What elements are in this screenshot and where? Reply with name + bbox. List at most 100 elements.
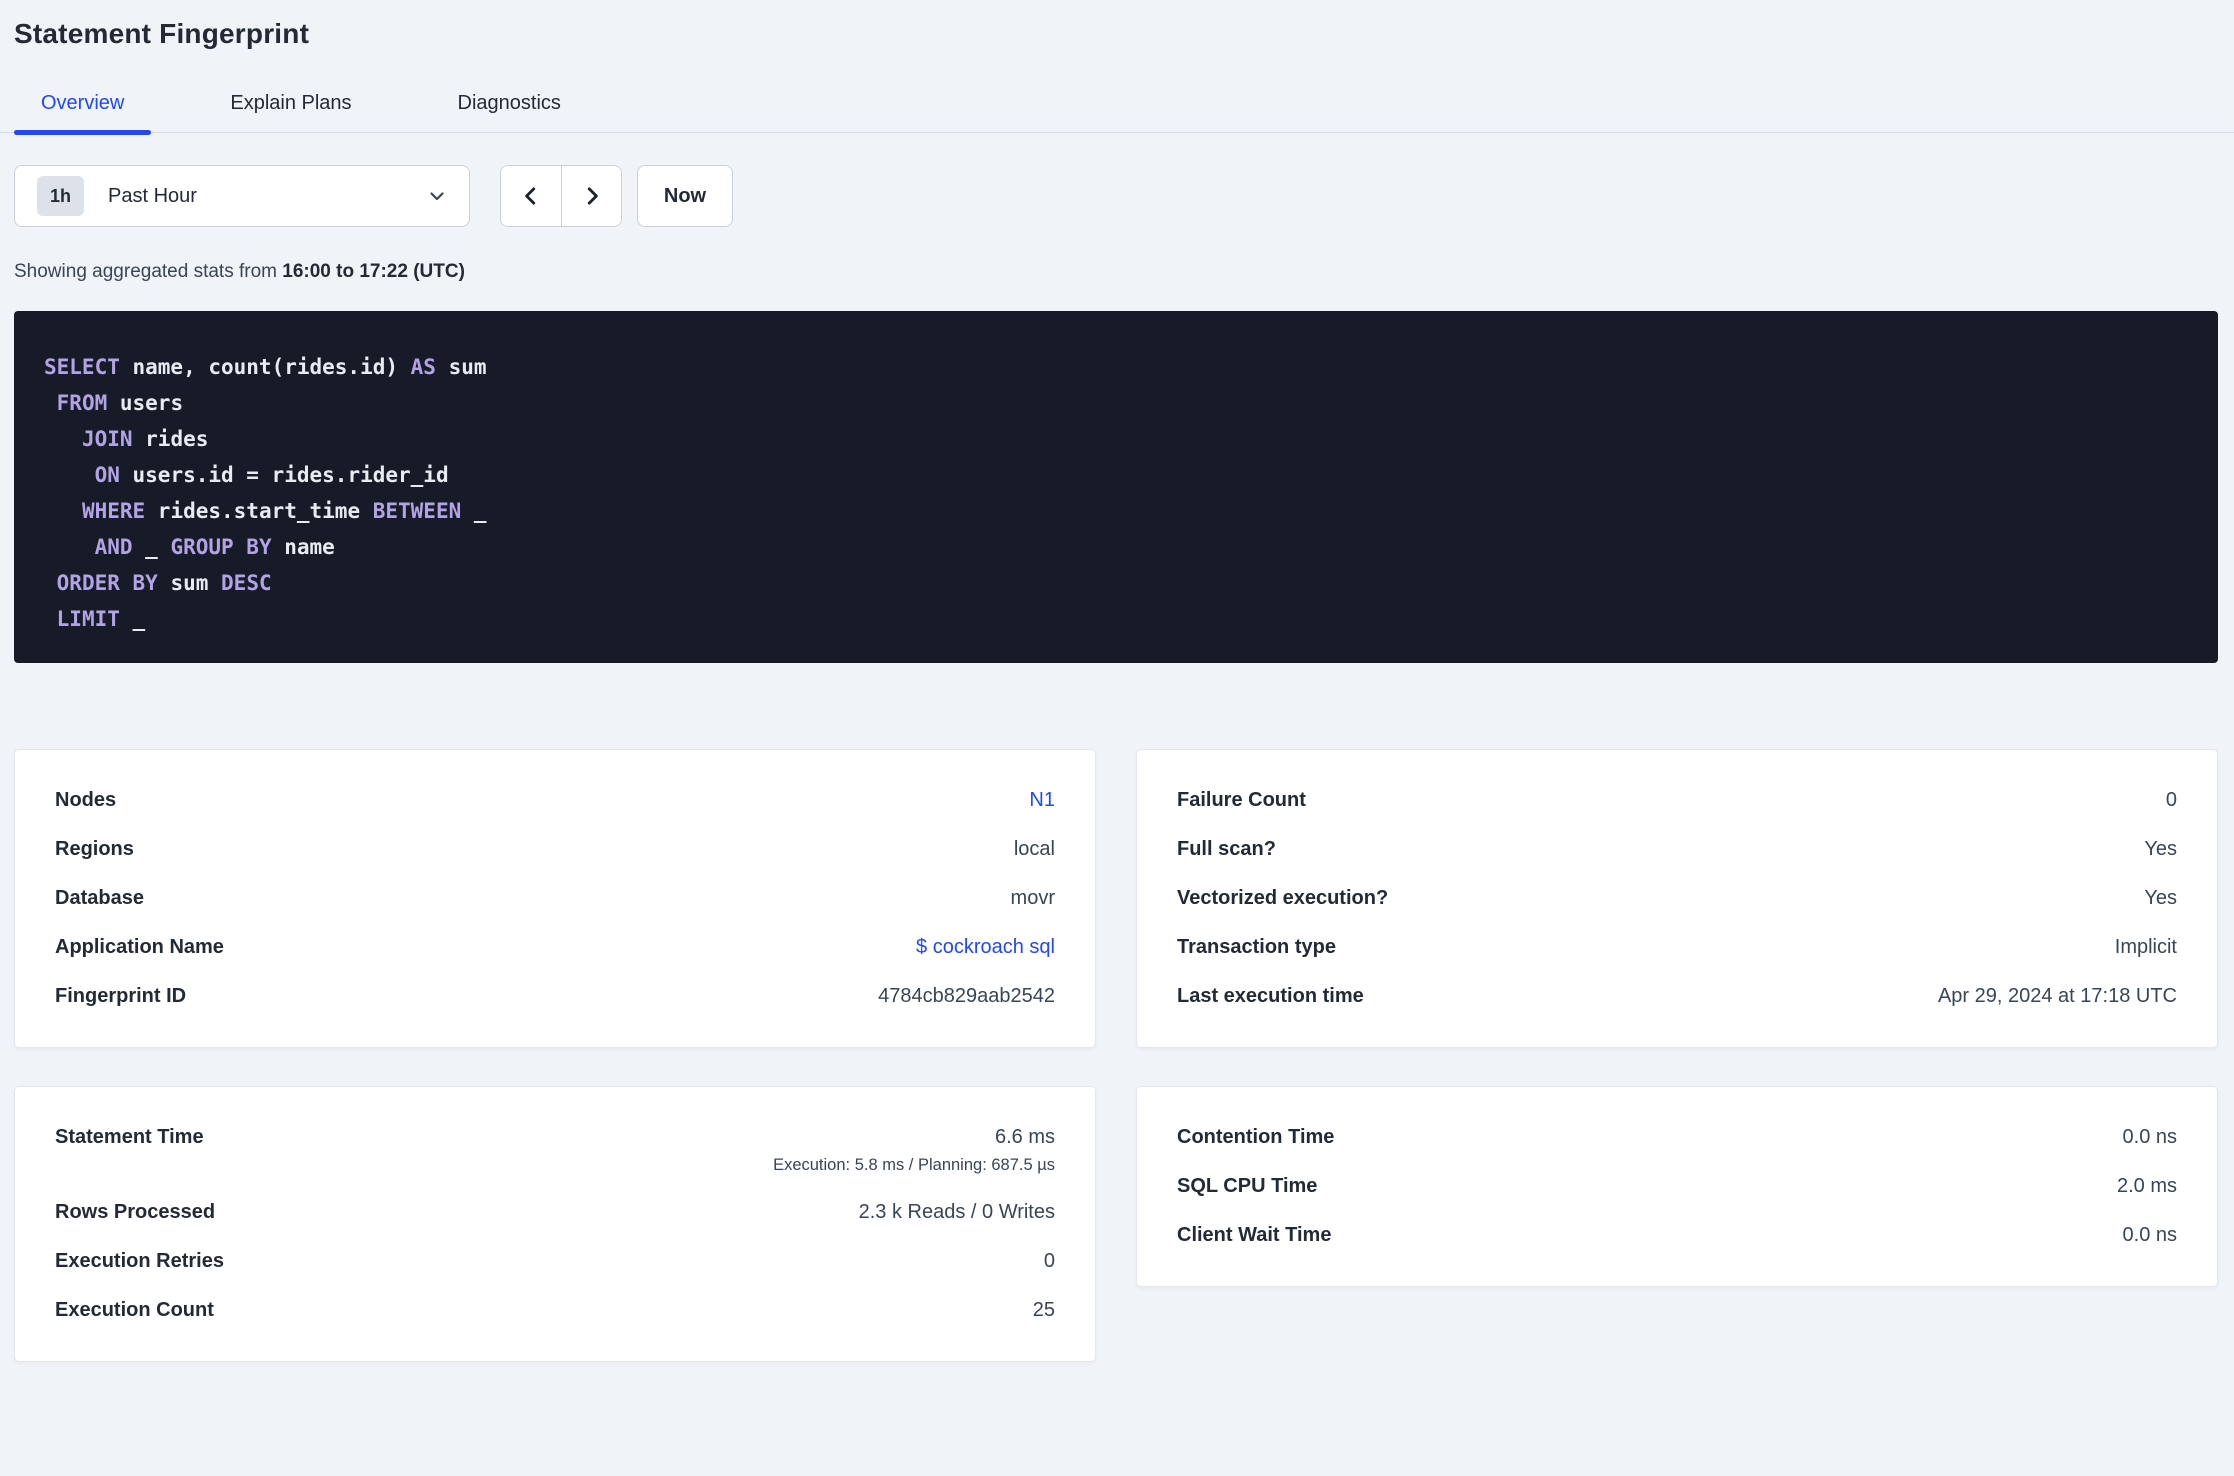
last-execution-time-value-wrap: Apr 29, 2024 at 17:18 UTC	[1938, 985, 2177, 1008]
top-cards-grid: Nodes N1 Regions local Database movr Applicati…	[14, 749, 2218, 1048]
sql-keyword: GROUP BY	[170, 535, 272, 559]
sql-keyword: LIMIT	[56, 607, 120, 631]
execution-count-row: Execution Count 25	[55, 1286, 1055, 1335]
time-interval-picker[interactable]: 1h Past Hour	[14, 165, 470, 227]
sql-text: rides.start_time	[145, 499, 373, 523]
rows-processed-value: 2.3 k Reads / 0 Writes	[858, 1201, 1055, 1223]
sql-line: ON users.id = rides.rider_id	[44, 457, 2188, 493]
page-title: Statement Fingerprint	[14, 18, 310, 49]
client-wait-time-value: 0.0 ns	[2122, 1224, 2177, 1246]
sql-line: WHERE rides.start_time BETWEEN _	[44, 493, 2188, 529]
execution-count-value-wrap: 25	[1033, 1299, 1055, 1322]
statement-time-subvalue: Execution: 5.8 ms / Planning: 687.5 µs	[773, 1156, 1055, 1174]
sql-keyword: AND	[94, 535, 133, 559]
bottom-cards-grid: Statement Time 6.6 ms Execution: 5.8 ms / …	[14, 1086, 2218, 1362]
sql-cpu-time-row: SQL CPU Time 2.0 ms	[1177, 1162, 2177, 1211]
database-value-wrap: movr	[1011, 887, 1055, 910]
sql-line: SELECT name, count(rides.id) AS sum	[44, 349, 2188, 385]
tab-overview[interactable]: Overview	[14, 80, 152, 135]
transaction-type-value-wrap: Implicit	[2115, 936, 2177, 959]
failure-count-value-wrap: 0	[2166, 789, 2177, 812]
last-execution-time-value: Apr 29, 2024 at 17:18 UTC	[1937, 985, 2177, 1007]
transaction-type-row: Transaction type Implicit	[1177, 923, 2177, 972]
sql-keyword: AS	[410, 355, 436, 379]
sql-keyword: FROM	[56, 391, 108, 415]
tab-diagnostics[interactable]: Diagnostics	[431, 80, 588, 132]
tab-explain-plans[interactable]: Explain Plans	[203, 80, 378, 132]
failure-count-row: Failure Count 0	[1177, 776, 2177, 825]
sql-text: name, count(rides.id)	[119, 355, 411, 379]
statement-time-value: 6.6 ms	[994, 1126, 1055, 1148]
sql-code-block: SELECT name, count(rides.id) AS sum FROM…	[14, 311, 2218, 663]
sql-cpu-time-label: SQL CPU Time	[1177, 1175, 1318, 1197]
contention-time-value-wrap: 0.0 ns	[2123, 1126, 2177, 1149]
regions-value: local	[1013, 838, 1055, 860]
interval-nav-group	[500, 165, 622, 227]
contention-time-row: Contention Time 0.0 ns	[1177, 1113, 2177, 1162]
full-scan-label: Full scan?	[1177, 838, 1276, 860]
client-wait-time-row: Client Wait Time 0.0 ns	[1177, 1211, 2177, 1260]
sql-keyword: ORDER BY	[56, 571, 158, 595]
vectorized-execution-label: Vectorized execution?	[1177, 887, 1389, 909]
next-interval-button[interactable]	[561, 166, 621, 226]
sql-text: sum	[157, 571, 222, 595]
contention-time-label: Contention Time	[1177, 1126, 1335, 1148]
application-name-row: Application Name $ cockroach sql	[55, 923, 1055, 972]
sql-keyword: ON	[94, 463, 120, 487]
statement-time-row: Statement Time 6.6 ms Execution: 5.8 ms / …	[55, 1113, 1055, 1188]
failure-count-label: Failure Count	[1177, 789, 1306, 811]
database-label: Database	[55, 887, 144, 909]
sql-keyword: BETWEEN	[372, 499, 462, 523]
prev-interval-button[interactable]	[501, 166, 561, 226]
fingerprint-id-value-wrap: 4784cb829aab2542	[878, 985, 1055, 1008]
now-button[interactable]: Now	[637, 165, 733, 227]
chevron-left-icon	[520, 185, 542, 207]
database-value: movr	[1010, 887, 1055, 909]
vectorized-execution-value: Yes	[2144, 887, 2177, 909]
execution-retries-value-wrap: 0	[1044, 1250, 1055, 1273]
fingerprint-id-label: Fingerprint ID	[55, 985, 187, 1007]
fingerprint-id-row: Fingerprint ID 4784cb829aab2542	[55, 972, 1055, 1021]
sql-keyword: WHERE	[81, 499, 146, 523]
vectorized-execution-value-wrap: Yes	[2144, 887, 2177, 910]
sql-line: ORDER BY sum DESC	[44, 565, 2188, 601]
contention-time-card: Contention Time 0.0 ns SQL CPU Time 2.0 ms C…	[1136, 1086, 2218, 1287]
stats-summary-prefix: Showing aggregated stats from	[14, 261, 283, 282]
vectorized-execution-row: Vectorized execution? Yes	[1177, 874, 2177, 923]
nodes-value-wrap: N1	[1029, 789, 1055, 812]
full-scan-row: Full scan? Yes	[1177, 825, 2177, 874]
sql-keyword: SELECT	[44, 355, 120, 379]
statement-time-label: Statement Time	[55, 1126, 204, 1148]
nodes-label: Nodes	[55, 789, 117, 811]
sql-text: sum	[435, 355, 487, 379]
rows-processed-label: Rows Processed	[55, 1201, 216, 1223]
chevron-down-icon	[427, 186, 447, 206]
sql-text: users.id = rides.rider_id	[119, 463, 449, 487]
sql-cpu-time-value-wrap: 2.0 ms	[2117, 1175, 2177, 1198]
full-scan-value-wrap: Yes	[2144, 838, 2177, 861]
sql-keyword: JOIN	[81, 427, 133, 451]
interval-badge: 1h	[37, 176, 85, 216]
client-wait-time-label: Client Wait Time	[1177, 1224, 1332, 1246]
sql-text: users	[107, 391, 184, 415]
fingerprint-id-value: 4784cb829aab2542	[878, 985, 1055, 1007]
nodes-row: Nodes N1	[55, 776, 1055, 825]
nodes-link[interactable]: N1	[1029, 789, 1055, 811]
regions-label: Regions	[55, 838, 134, 860]
application-name-value-wrap: $ cockroach sql	[916, 936, 1055, 959]
sql-text: _	[132, 535, 171, 559]
sql-line: AND _ GROUP BY name	[44, 529, 2188, 565]
sql-cpu-time-value: 2.0 ms	[2116, 1175, 2177, 1197]
time-controls: 1h Past Hour Now	[14, 165, 2218, 227]
last-execution-time-label: Last execution time	[1177, 985, 1364, 1007]
statement-details-card: Nodes N1 Regions local Database movr Applicati…	[14, 749, 1096, 1048]
rows-processed-row: Rows Processed 2.3 k Reads / 0 Writes	[55, 1188, 1055, 1237]
sql-line: FROM users	[44, 385, 2188, 421]
application-name-link[interactable]: $ cockroach sql	[916, 936, 1055, 958]
full-scan-value: Yes	[2144, 838, 2177, 860]
